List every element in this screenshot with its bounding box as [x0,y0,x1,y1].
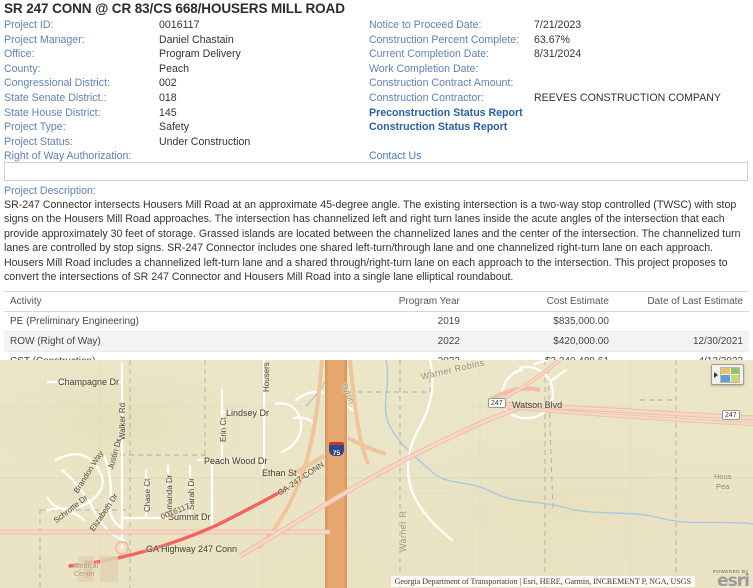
info-row-construction-percent-complete: Construction Percent Complete: 63.67% [369,33,749,48]
cell-program-year: 2019 [331,311,466,333]
project-detail-page: SR 247 CONN @ CR 83/CS 668/HOUSERS MILL … [0,0,753,588]
label-state-house-district: State House District: [4,106,101,119]
label-county: County: [4,62,41,75]
info-row-work-completion-date: Work Completion Date: [369,62,749,77]
value-state-senate-district: 018 [159,91,177,104]
label-construction-percent-complete: Construction Percent Complete: [369,33,520,46]
info-row-construction-contract-amount: Construction Contract Amount: [369,76,749,91]
info-row-row-authorization: Right of Way Authorization: [4,149,369,164]
table-row: ROW (Right of Way) 2022 $420,000.00 12/3… [4,331,749,353]
info-row-state-senate-district: State Senate District.: 018 [4,91,369,106]
route-shield-247-west: 247 [488,398,506,408]
column-header-date-of-last-estimate: Date of Last Estimate [614,291,749,313]
label-project-type: Project Type: [4,121,66,134]
label-project-id: Project ID: [4,19,54,31]
value-construction-percent-complete: 63.67% [534,33,570,46]
column-header-program-year: Program Year [331,291,466,313]
esri-logo: POWERED BY esri [713,569,750,588]
info-row-project-id: Project ID: 0016117 [4,18,369,33]
page-title: SR 247 CONN @ CR 83/CS 668/HOUSERS MILL … [4,1,345,16]
basemap-tile [721,367,730,374]
value-office: Program Delivery [159,48,241,61]
label-construction-contractor: Construction Contractor: [369,91,484,104]
label-current-completion-date: Current Completion Date: [369,48,490,61]
basemap-tile [721,375,730,382]
info-row-notice-to-proceed: Notice to Proceed Date: 7/21/2023 [369,18,749,33]
preconstruction-status-report-link[interactable]: Preconstruction Status Report [369,106,749,121]
label-work-completion-date: Work Completion Date: [369,62,479,75]
basemap-gallery-button[interactable] [711,364,744,385]
interstate-shield-75: 75 [329,442,344,457]
cell-activity: PE (Preliminary Engineering) [4,311,332,333]
cell-date-of-last-estimate: 12/30/2021 [614,331,749,353]
info-row-state-house-district: State House District: 145 [4,106,369,121]
label-project-manager: Project Manager: [4,33,85,46]
value-state-house-district: 145 [159,106,177,119]
table-header-row: Activity Program Year Cost Estimate Date… [4,291,749,313]
value-county: Peach [159,62,190,75]
label-project-status: Project Status: [4,135,73,148]
info-row-construction-contractor: Construction Contractor: REEVES CONSTRUC… [369,91,749,106]
project-info-right-column: Notice to Proceed Date: 7/21/2023 Constr… [369,18,749,162]
info-row-county: County: Peach [4,62,369,77]
cell-activity: ROW (Right of Way) [4,331,332,353]
cell-cost-estimate: $835,000.00 [465,311,615,333]
value-notice-to-proceed: 7/21/2023 [534,19,582,31]
value-project-id: 0016117 [159,19,200,31]
value-project-manager: Daniel Chastain [159,33,234,46]
value-project-type: Safety [159,121,190,134]
label-construction-contract-amount: Construction Contract Amount: [369,77,514,90]
project-description-label: Project Description: [4,185,96,197]
expand-arrow-icon [714,371,718,378]
project-description-text: SR-247 Connector intersects Housers Mill… [4,199,741,284]
route-shield-247-east: 247 [722,410,740,420]
value-congressional-district: 002 [159,77,177,90]
basemap-tile [730,367,739,374]
info-row-congressional-district: Congressional District: 002 [4,76,369,91]
label-notice-to-proceed: Notice to Proceed Date: [369,19,482,31]
construction-status-report-link[interactable]: Construction Status Report [369,120,749,135]
label-office: Office: [4,48,35,61]
esri-wordmark-text: esri [717,571,750,588]
basemap-tile [730,375,739,382]
value-construction-contractor: REEVES CONSTRUCTION COMPANY [534,91,721,104]
project-info-section: Project ID: 0016117 Project Manager: Dan… [0,18,753,162]
column-header-activity: Activity [4,291,332,313]
project-info-left-column: Project ID: 0016117 Project Manager: Dan… [4,18,369,162]
info-row-office: Office: Program Delivery [4,47,369,62]
cell-cost-estimate: $420,000.00 [465,331,615,353]
info-row-project-type: Project Type: Safety [4,120,369,135]
column-header-cost-estimate: Cost Estimate [465,291,615,313]
table-row: PE (Preliminary Engineering) 2019 $835,0… [4,311,749,333]
contact-us-link[interactable]: Contact Us [369,149,749,164]
empty-field-box[interactable] [4,162,748,181]
info-row-current-completion-date: Current Completion Date: 8/31/2024 [369,47,749,62]
value-current-completion-date: 8/31/2024 [534,48,582,61]
cell-date-of-last-estimate [614,311,749,333]
map-vector-layer [0,360,753,588]
value-project-status: Under Construction [159,135,251,148]
info-row-project-status: Project Status: Under Construction [4,135,369,150]
project-location-map[interactable]: Champagne Dr Walker Rd Lindsey Dr Erin C… [0,360,753,588]
basemap-grid-icon [720,366,740,383]
info-row-project-manager: Project Manager: Daniel Chastain [4,33,369,48]
label-row-authorization: Right of Way Authorization: [4,150,132,163]
label-congressional-district: Congressional District: [4,77,110,90]
label-state-senate-district: State Senate District.: [4,91,107,104]
cell-program-year: 2022 [331,331,466,353]
